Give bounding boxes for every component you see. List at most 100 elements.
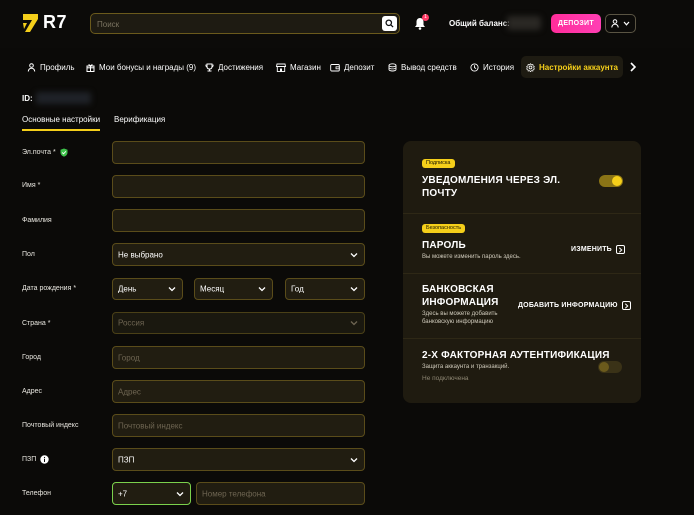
chevron-right-icon xyxy=(630,62,637,72)
nav-item-label: Настройки аккаунта xyxy=(539,62,618,72)
zip-field[interactable]: Почтовый индекс xyxy=(112,414,365,437)
nav-item-label: Достижения xyxy=(218,62,264,72)
birth-day-select[interactable]: День xyxy=(112,278,183,300)
birth-day-value: День xyxy=(118,284,137,294)
toggle-knob xyxy=(612,176,622,186)
subscription-badge: Подписка xyxy=(422,159,455,168)
search-input[interactable] xyxy=(97,18,377,30)
balance-value-hidden xyxy=(507,16,541,30)
nav-item-store[interactable]: Магазин xyxy=(271,56,326,78)
twofa-toggle[interactable] xyxy=(598,361,622,373)
address-placeholder: Адрес xyxy=(118,387,141,396)
city-placeholder: Город xyxy=(118,353,140,362)
birth-month-select[interactable]: Месяц xyxy=(194,278,273,300)
birth-month-value: Месяц xyxy=(200,284,225,294)
pep-label: ПЗП xyxy=(22,455,49,464)
deposit-button[interactable]: ДЕПОЗИТ xyxy=(551,14,601,33)
nav-item-achievements[interactable]: Достижения xyxy=(200,56,268,78)
notifications-button[interactable]: 1 xyxy=(414,14,429,31)
shield-check-icon xyxy=(60,148,68,157)
country-label: Страна * xyxy=(22,320,51,327)
zip-placeholder: Почтовый индекс xyxy=(118,421,183,430)
nav-item-withdrawal[interactable]: Вывод средств xyxy=(383,56,462,78)
chevron-down-icon xyxy=(623,21,630,26)
gender-select[interactable]: Не выбрано xyxy=(112,243,365,266)
chevron-down-icon xyxy=(350,287,358,292)
search-button[interactable] xyxy=(382,16,397,31)
panel-divider xyxy=(403,213,641,214)
chevron-down-icon xyxy=(258,287,266,292)
coins-icon xyxy=(388,62,397,71)
bank-info-subtitle-line2: банковскую информацию xyxy=(422,319,493,325)
nav-scroll-right-button[interactable] xyxy=(628,61,638,75)
pep-select[interactable]: ПЗП xyxy=(112,448,365,471)
password-title: ПАРОЛЬ xyxy=(422,240,466,251)
nav-item-history[interactable]: История xyxy=(465,56,519,78)
phone-code-select[interactable]: +7 xyxy=(112,482,191,505)
birth-year-select[interactable]: Год xyxy=(285,278,365,300)
account-nav: Профиль Мои бонусы и награды (9) Достиже… xyxy=(0,56,694,80)
account-id-value-hidden xyxy=(36,92,91,104)
logo-mark-icon xyxy=(23,13,38,32)
clock-icon xyxy=(470,62,479,72)
email-notifications-toggle[interactable] xyxy=(599,175,623,187)
chevron-down-icon xyxy=(168,287,176,292)
birth-date-label: Дата рождения * xyxy=(22,285,77,292)
nav-item-label: Магазин xyxy=(290,62,321,72)
toggle-knob xyxy=(599,362,609,372)
chevron-down-icon xyxy=(350,321,358,326)
address-label: Адрес xyxy=(22,388,43,395)
wallet-icon xyxy=(330,63,340,71)
user-icon xyxy=(27,62,36,72)
pep-label-text: ПЗП xyxy=(22,456,37,463)
account-id-label: ID: xyxy=(22,94,33,103)
twofa-title: 2-Х ФАКТОРНАЯ АУТЕНТИФИКАЦИЯ xyxy=(422,350,610,361)
nav-item-account-settings[interactable]: Настройки аккаунта xyxy=(521,56,623,78)
add-bank-info-button[interactable]: ДОБАВИТЬ ИНФОРМАЦИЮ xyxy=(518,301,631,310)
pep-select-value: ПЗП xyxy=(118,455,135,464)
change-password-label: ИЗМЕНИТЬ xyxy=(571,246,612,253)
panel-divider xyxy=(403,273,641,274)
search-bar xyxy=(90,13,400,34)
nav-item-label: История xyxy=(483,62,515,72)
chevron-down-icon xyxy=(350,457,358,462)
user-menu-button[interactable] xyxy=(605,14,636,33)
twofa-status: Не подключена xyxy=(422,375,469,382)
nav-item-deposit[interactable]: Депозит xyxy=(325,56,379,78)
country-select-value: Россия xyxy=(118,318,145,328)
panel-divider xyxy=(403,338,641,339)
phone-number-field[interactable]: Номер телефона xyxy=(196,482,365,505)
gender-label: Пол xyxy=(22,251,35,258)
nav-item-profile[interactable]: Профиль xyxy=(22,56,80,78)
logo[interactable]: R7 xyxy=(22,12,67,33)
chevron-right-icon xyxy=(621,301,631,310)
last-name-field[interactable] xyxy=(112,209,365,232)
city-field[interactable]: Город xyxy=(112,346,365,369)
change-password-button[interactable]: ИЗМЕНИТЬ xyxy=(571,245,625,254)
chevron-right-icon xyxy=(615,245,625,254)
active-tab-indicator xyxy=(22,129,100,131)
tab-main-settings[interactable]: Основные настройки xyxy=(22,115,100,124)
password-subtitle: Вы можете изменить пароль здесь. xyxy=(422,254,521,260)
store-icon xyxy=(276,63,286,72)
email-field[interactable] xyxy=(112,141,365,164)
nav-item-bonuses[interactable]: Мои бонусы и награды (9) xyxy=(81,56,201,78)
nav-item-label: Профиль xyxy=(40,62,75,72)
email-label-text: Эл.почта * xyxy=(22,149,56,156)
phone-code-value: +7 xyxy=(118,489,128,498)
gift-icon xyxy=(86,63,95,72)
info-icon[interactable] xyxy=(40,455,49,464)
birth-year-value: Год xyxy=(291,284,304,294)
user-icon xyxy=(611,19,619,28)
gender-select-value: Не выбрано xyxy=(118,250,163,259)
logo-text: R7 xyxy=(43,12,68,32)
chevron-down-icon xyxy=(350,252,358,257)
phone-label: Телефон xyxy=(22,490,52,497)
tab-verification[interactable]: Верификация xyxy=(114,115,165,124)
first-name-field[interactable] xyxy=(112,175,365,198)
twofa-subtitle: Защита аккаунта и транзакций. xyxy=(422,364,510,370)
add-bank-info-label: ДОБАВИТЬ ИНФОРМАЦИЮ xyxy=(518,302,618,309)
nav-item-label: Депозит xyxy=(344,62,375,72)
nav-item-label: Вывод средств xyxy=(401,62,457,72)
address-field[interactable]: Адрес xyxy=(112,380,365,403)
